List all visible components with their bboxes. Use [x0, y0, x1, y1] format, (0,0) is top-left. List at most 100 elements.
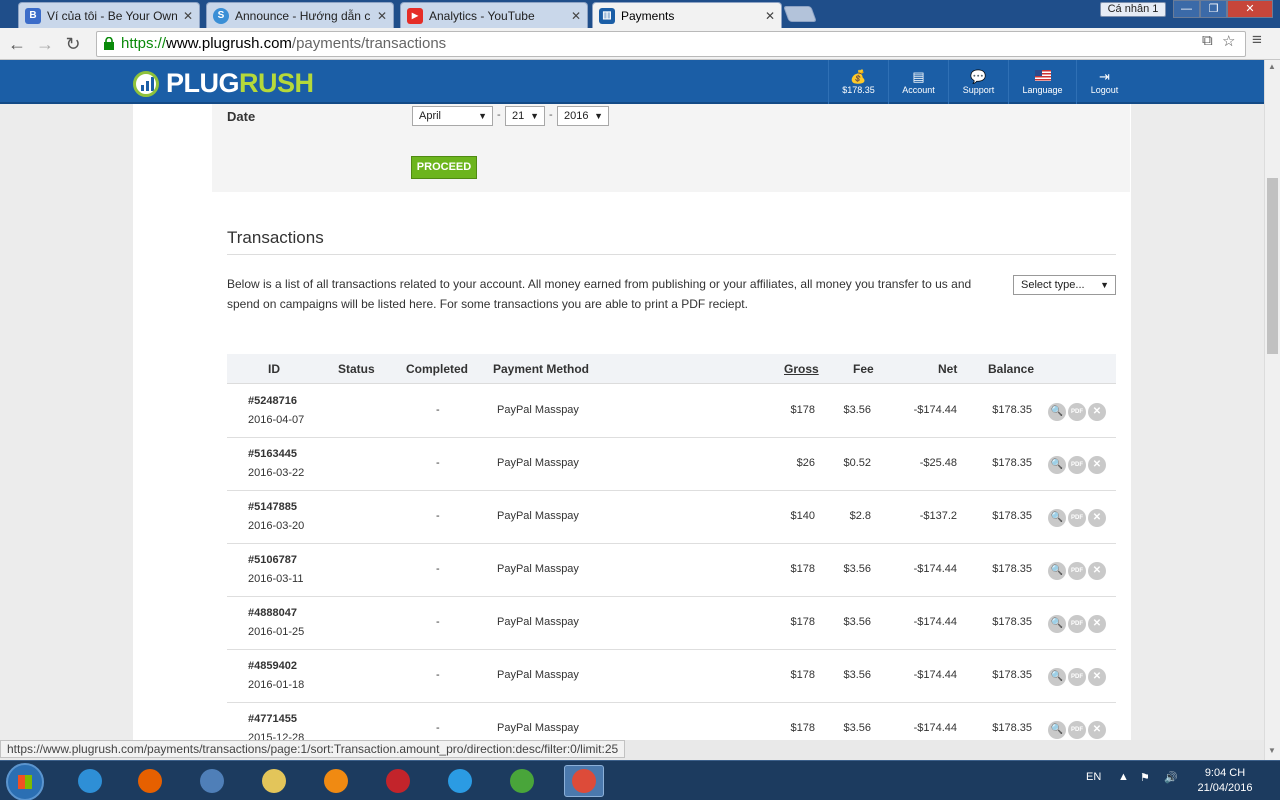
- nav-logout[interactable]: ⇥ Logout: [1076, 60, 1132, 104]
- search-icon[interactable]: 🔍: [1048, 456, 1066, 474]
- menu-icon[interactable]: ≡: [1252, 30, 1262, 50]
- cell-balance: $178.35: [992, 563, 1032, 575]
- taskbar-firefox-button[interactable]: [130, 765, 170, 797]
- reload-icon[interactable]: ↻: [62, 33, 84, 55]
- system-clock[interactable]: 9:04 CH 21/04/2016: [1190, 766, 1260, 796]
- year-value: 2016: [564, 110, 589, 122]
- search-icon[interactable]: 🔍: [1048, 721, 1066, 739]
- scroll-down-icon[interactable]: ▼: [1268, 746, 1276, 755]
- search-icon[interactable]: 🔍: [1048, 403, 1066, 421]
- pdf-icon[interactable]: PDF: [1068, 509, 1086, 527]
- media-player-icon: [324, 769, 348, 793]
- close-icon[interactable]: ✕: [1088, 509, 1106, 527]
- transaction-date: 2016-01-25: [248, 626, 305, 638]
- action-center-icon[interactable]: ⚑: [1140, 771, 1150, 784]
- tab-analytics-youtube[interactable]: ▶ Analytics - YouTube ✕: [400, 2, 588, 28]
- pdf-icon[interactable]: PDF: [1068, 721, 1086, 739]
- cell-completed: -: [436, 404, 440, 416]
- taskbar-file-explorer-button[interactable]: [254, 765, 294, 797]
- search-icon[interactable]: 🔍: [1048, 615, 1066, 633]
- tab-announce[interactable]: S Announce - Hướng dẫn ch ✕: [206, 2, 394, 28]
- cell-completed: -: [436, 510, 440, 522]
- taskbar-control-panel-button[interactable]: [192, 765, 232, 797]
- new-tab-button[interactable]: [783, 6, 817, 22]
- search-icon[interactable]: 🔍: [1048, 562, 1066, 580]
- page-scrollbar[interactable]: ▲ ▼: [1264, 60, 1280, 760]
- close-icon[interactable]: ✕: [1088, 668, 1106, 686]
- flag-icon: [1034, 69, 1051, 85]
- nav-language[interactable]: Language: [1008, 60, 1076, 104]
- taskbar-antivirus-button[interactable]: [378, 765, 418, 797]
- taskbar-ccleaner-button[interactable]: [440, 765, 480, 797]
- close-icon[interactable]: ✕: [765, 9, 775, 23]
- address-bar[interactable]: https://www.plugrush.com/payments/transa…: [96, 31, 1246, 57]
- forward-arrow-icon[interactable]: →: [34, 33, 56, 55]
- pdf-icon[interactable]: PDF: [1068, 615, 1086, 633]
- back-arrow-icon[interactable]: ←: [6, 33, 28, 55]
- taskbar-media-player-button[interactable]: [316, 765, 356, 797]
- tab-payments[interactable]: ▥ Payments ✕: [592, 2, 782, 28]
- logo-chart-icon: [133, 70, 159, 97]
- cell-fee: $3.56: [843, 722, 871, 734]
- tab-title: Payments: [621, 8, 675, 23]
- nav-account[interactable]: ▤ Account: [888, 60, 948, 104]
- close-icon[interactable]: ✕: [1088, 403, 1106, 421]
- transaction-date: 2016-03-20: [248, 520, 305, 532]
- transaction-id: #4771455: [248, 713, 297, 725]
- file-explorer-icon: [262, 769, 286, 793]
- ccleaner-icon: [448, 769, 472, 793]
- maximize-button[interactable]: ❐: [1200, 0, 1227, 18]
- close-icon[interactable]: ✕: [1088, 615, 1106, 633]
- minimize-button[interactable]: —: [1173, 0, 1200, 18]
- nav-support-label: Support: [962, 85, 995, 95]
- pdf-icon[interactable]: PDF: [1068, 562, 1086, 580]
- close-icon[interactable]: ✕: [377, 9, 387, 23]
- nav-balance[interactable]: 💰 $178.35: [828, 60, 888, 104]
- close-icon[interactable]: ✕: [1088, 456, 1106, 474]
- close-window-button[interactable]: ✕: [1227, 0, 1273, 18]
- taskbar-coccoc-button[interactable]: [502, 765, 542, 797]
- volume-icon[interactable]: 🔊: [1164, 771, 1178, 784]
- tab-be-your-own[interactable]: B Ví của tôi - Be Your Own B ✕: [18, 2, 200, 28]
- cell-gross: $178: [790, 616, 815, 628]
- close-icon[interactable]: ✕: [571, 9, 581, 23]
- scrollbar-thumb[interactable]: [1267, 178, 1278, 354]
- tab-favicon-icon: S: [213, 7, 229, 24]
- plugrush-logo[interactable]: PLUGRUSH: [133, 68, 314, 99]
- pdf-icon[interactable]: PDF: [1068, 668, 1086, 686]
- pdf-icon[interactable]: PDF: [1068, 403, 1086, 421]
- taskbar-chrome-button[interactable]: [564, 765, 604, 797]
- col-gross-sort-link[interactable]: Gross: [784, 354, 819, 384]
- close-icon[interactable]: ✕: [1088, 562, 1106, 580]
- pdf-icon[interactable]: PDF: [1068, 456, 1086, 474]
- taskbar-internet-explorer-button[interactable]: [70, 765, 110, 797]
- tray-expand-icon[interactable]: ▲: [1118, 771, 1129, 783]
- col-net: Net: [938, 362, 958, 376]
- scroll-up-icon[interactable]: ▲: [1268, 62, 1276, 71]
- star-icon[interactable]: ☆: [1222, 32, 1235, 50]
- month-select[interactable]: April ▼: [412, 106, 493, 126]
- language-indicator[interactable]: EN: [1086, 771, 1101, 783]
- search-icon[interactable]: 🔍: [1048, 509, 1066, 527]
- search-icon[interactable]: 🔍: [1048, 668, 1066, 686]
- transaction-id: #5147885: [248, 501, 297, 513]
- tab-favicon-icon: ▥: [599, 7, 615, 24]
- table-row: #4888047 2016-01-25 - PayPal Masspay $178 $3.…: [227, 597, 1116, 650]
- type-filter-select[interactable]: Select type... ▼: [1013, 275, 1116, 295]
- year-select[interactable]: 2016 ▼: [557, 106, 609, 126]
- tab-title: Analytics - YouTube: [429, 8, 535, 23]
- nav-support[interactable]: 💬 Support: [948, 60, 1008, 104]
- profile-button[interactable]: Cá nhân 1: [1100, 2, 1166, 17]
- transaction-id: #5106787: [248, 554, 297, 566]
- close-icon[interactable]: ✕: [183, 9, 193, 23]
- close-icon[interactable]: ✕: [1088, 721, 1106, 739]
- nav-account-label: Account: [902, 85, 935, 95]
- translate-icon[interactable]: ⧉: [1202, 32, 1213, 49]
- cell-method: PayPal Masspay: [497, 457, 579, 469]
- day-select[interactable]: 21 ▼: [505, 106, 545, 126]
- date-label: Date: [227, 109, 256, 124]
- cell-gross: $178: [790, 722, 815, 734]
- start-button[interactable]: [6, 763, 44, 800]
- transaction-date: 2016-03-22: [248, 467, 305, 479]
- proceed-button[interactable]: PROCEED: [411, 156, 477, 179]
